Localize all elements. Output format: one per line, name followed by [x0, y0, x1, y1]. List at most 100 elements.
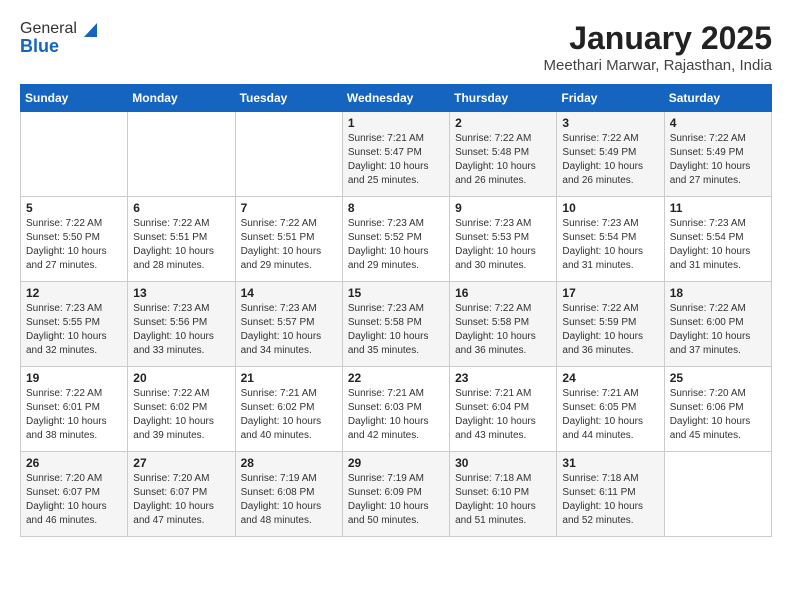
cell-content: Sunrise: 7:23 AM Sunset: 5:52 PM Dayligh… [348, 217, 444, 273]
calendar-cell: 3 Sunrise: 7:22 AM Sunset: 5:49 PM Daylig… [557, 112, 664, 197]
weekday-header-wednesday: Wednesday [342, 85, 449, 112]
day-number: 5 [26, 201, 122, 215]
cell-content: Sunrise: 7:21 AM Sunset: 5:47 PM Dayligh… [348, 132, 444, 188]
day-number: 20 [133, 371, 229, 385]
calendar-cell: 7Sunrise: 7:22 AM Sunset: 5:51 PM Daylig… [235, 197, 342, 282]
calendar-cell: 31 Sunrise: 7:18 AM Sunset: 6:11 PM Dayli… [557, 452, 664, 537]
calendar-cell: 15Sunrise: 7:23 AM Sunset: 5:58 PM Dayli… [342, 282, 449, 367]
calendar-cell [128, 112, 235, 197]
cell-content: Sunrise: 7:22 AM Sunset: 6:00 PM Dayligh… [670, 302, 766, 358]
day-number: 26 [26, 456, 122, 470]
day-number: 1 [348, 116, 444, 130]
day-number: 10 [562, 201, 658, 215]
weekday-header-friday: Friday [557, 85, 664, 112]
day-number: 23 [455, 371, 551, 385]
calendar-cell: 22 Sunrise: 7:21 AM Sunset: 6:03 PM Dayli… [342, 367, 449, 452]
calendar-cell: 27 Sunrise: 7:20 AM Sunset: 6:07 PM Dayli… [128, 452, 235, 537]
day-number: 16 [455, 286, 551, 300]
calendar-cell [664, 452, 771, 537]
calendar-cell: 29 Sunrise: 7:19 AM Sunset: 6:09 PM Dayli… [342, 452, 449, 537]
day-number: 25 [670, 371, 766, 385]
calendar-cell: 4 Sunrise: 7:22 AM Sunset: 5:49 PM Daylig… [664, 112, 771, 197]
day-number: 2 [455, 116, 551, 130]
day-number: 17 [562, 286, 658, 300]
day-number: 11 [670, 201, 766, 215]
calendar-cell: 5Sunrise: 7:22 AM Sunset: 5:50 PM Daylig… [21, 197, 128, 282]
day-number: 6 [133, 201, 229, 215]
cell-content: Sunrise: 7:18 AM Sunset: 6:10 PM Dayligh… [455, 472, 551, 528]
day-number: 28 [241, 456, 337, 470]
cell-content: Sunrise: 7:21 AM Sunset: 6:02 PM Dayligh… [241, 387, 337, 443]
calendar-cell: 2 Sunrise: 7:22 AM Sunset: 5:48 PM Daylig… [450, 112, 557, 197]
calendar-cell: 1 Sunrise: 7:21 AM Sunset: 5:47 PM Daylig… [342, 112, 449, 197]
calendar-cell [21, 112, 128, 197]
day-number: 31 [562, 456, 658, 470]
cell-content: Sunrise: 7:22 AM Sunset: 5:58 PM Dayligh… [455, 302, 551, 358]
calendar-cell: 21 Sunrise: 7:21 AM Sunset: 6:02 PM Dayli… [235, 367, 342, 452]
day-number: 29 [348, 456, 444, 470]
calendar-cell: 23 Sunrise: 7:21 AM Sunset: 6:04 PM Dayli… [450, 367, 557, 452]
calendar-week-row: 26 Sunrise: 7:20 AM Sunset: 6:07 PM Dayli… [21, 452, 772, 537]
weekday-header-monday: Monday [128, 85, 235, 112]
weekday-header-row: SundayMondayTuesdayWednesdayThursdayFrid… [21, 85, 772, 112]
weekday-header-thursday: Thursday [450, 85, 557, 112]
calendar-cell: 20Sunrise: 7:22 AM Sunset: 6:02 PM Dayli… [128, 367, 235, 452]
logo: General Blue [20, 20, 97, 57]
calendar-week-row: 5Sunrise: 7:22 AM Sunset: 5:50 PM Daylig… [21, 197, 772, 282]
calendar-cell: 16 Sunrise: 7:22 AM Sunset: 5:58 PM Dayli… [450, 282, 557, 367]
cell-content: Sunrise: 7:20 AM Sunset: 6:07 PM Dayligh… [133, 472, 229, 528]
day-number: 4 [670, 116, 766, 130]
cell-content: Sunrise: 7:21 AM Sunset: 6:04 PM Dayligh… [455, 387, 551, 443]
day-number: 24 [562, 371, 658, 385]
cell-content: Sunrise: 7:23 AM Sunset: 5:57 PM Dayligh… [241, 302, 337, 358]
calendar-week-row: 12 Sunrise: 7:23 AM Sunset: 5:55 PM Dayli… [21, 282, 772, 367]
calendar-cell [235, 112, 342, 197]
calendar-cell: 30Sunrise: 7:18 AM Sunset: 6:10 PM Dayli… [450, 452, 557, 537]
day-number: 19 [26, 371, 122, 385]
day-number: 18 [670, 286, 766, 300]
cell-content: Sunrise: 7:21 AM Sunset: 6:03 PM Dayligh… [348, 387, 444, 443]
weekday-header-tuesday: Tuesday [235, 85, 342, 112]
logo-blue: Blue [20, 36, 97, 57]
cell-content: Sunrise: 7:22 AM Sunset: 5:49 PM Dayligh… [562, 132, 658, 188]
cell-content: Sunrise: 7:22 AM Sunset: 5:59 PM Dayligh… [562, 302, 658, 358]
day-number: 3 [562, 116, 658, 130]
cell-content: Sunrise: 7:19 AM Sunset: 6:09 PM Dayligh… [348, 472, 444, 528]
cell-content: Sunrise: 7:19 AM Sunset: 6:08 PM Dayligh… [241, 472, 337, 528]
calendar-table: SundayMondayTuesdayWednesdayThursdayFrid… [20, 84, 772, 537]
calendar-cell: 8 Sunrise: 7:23 AM Sunset: 5:52 PM Daylig… [342, 197, 449, 282]
logo-arrow-icon [79, 19, 97, 37]
title-block: January 2025 Meethari Marwar, Rajasthan,… [544, 20, 772, 74]
day-number: 12 [26, 286, 122, 300]
cell-content: Sunrise: 7:22 AM Sunset: 5:48 PM Dayligh… [455, 132, 551, 188]
cell-content: Sunrise: 7:23 AM Sunset: 5:54 PM Dayligh… [670, 217, 766, 273]
cell-content: Sunrise: 7:23 AM Sunset: 5:53 PM Dayligh… [455, 217, 551, 273]
calendar-week-row: 19 Sunrise: 7:22 AM Sunset: 6:01 PM Dayli… [21, 367, 772, 452]
calendar-cell: 25 Sunrise: 7:20 AM Sunset: 6:06 PM Dayli… [664, 367, 771, 452]
calendar-week-row: 1 Sunrise: 7:21 AM Sunset: 5:47 PM Daylig… [21, 112, 772, 197]
cell-content: Sunrise: 7:23 AM Sunset: 5:55 PM Dayligh… [26, 302, 122, 358]
cell-content: Sunrise: 7:22 AM Sunset: 5:51 PM Dayligh… [133, 217, 229, 273]
cell-content: Sunrise: 7:22 AM Sunset: 6:01 PM Dayligh… [26, 387, 122, 443]
calendar-cell: 10Sunrise: 7:23 AM Sunset: 5:54 PM Dayli… [557, 197, 664, 282]
day-number: 27 [133, 456, 229, 470]
month-year-title: January 2025 [544, 20, 772, 57]
day-number: 21 [241, 371, 337, 385]
day-number: 13 [133, 286, 229, 300]
cell-content: Sunrise: 7:18 AM Sunset: 6:11 PM Dayligh… [562, 472, 658, 528]
day-number: 8 [348, 201, 444, 215]
calendar-cell: 26Sunrise: 7:20 AM Sunset: 6:07 PM Dayli… [21, 452, 128, 537]
cell-content: Sunrise: 7:20 AM Sunset: 6:06 PM Dayligh… [670, 387, 766, 443]
day-number: 14 [241, 286, 337, 300]
calendar-cell: 6 Sunrise: 7:22 AM Sunset: 5:51 PM Daylig… [128, 197, 235, 282]
calendar-cell: 28 Sunrise: 7:19 AM Sunset: 6:08 PM Dayli… [235, 452, 342, 537]
day-number: 22 [348, 371, 444, 385]
calendar-cell: 17 Sunrise: 7:22 AM Sunset: 5:59 PM Dayli… [557, 282, 664, 367]
cell-content: Sunrise: 7:22 AM Sunset: 5:49 PM Dayligh… [670, 132, 766, 188]
location-subtitle: Meethari Marwar, Rajasthan, India [544, 57, 772, 74]
weekday-header-sunday: Sunday [21, 85, 128, 112]
cell-content: Sunrise: 7:23 AM Sunset: 5:58 PM Dayligh… [348, 302, 444, 358]
calendar-cell: 18 Sunrise: 7:22 AM Sunset: 6:00 PM Dayli… [664, 282, 771, 367]
calendar-cell: 13Sunrise: 7:23 AM Sunset: 5:56 PM Dayli… [128, 282, 235, 367]
calendar-cell: 14 Sunrise: 7:23 AM Sunset: 5:57 PM Dayli… [235, 282, 342, 367]
